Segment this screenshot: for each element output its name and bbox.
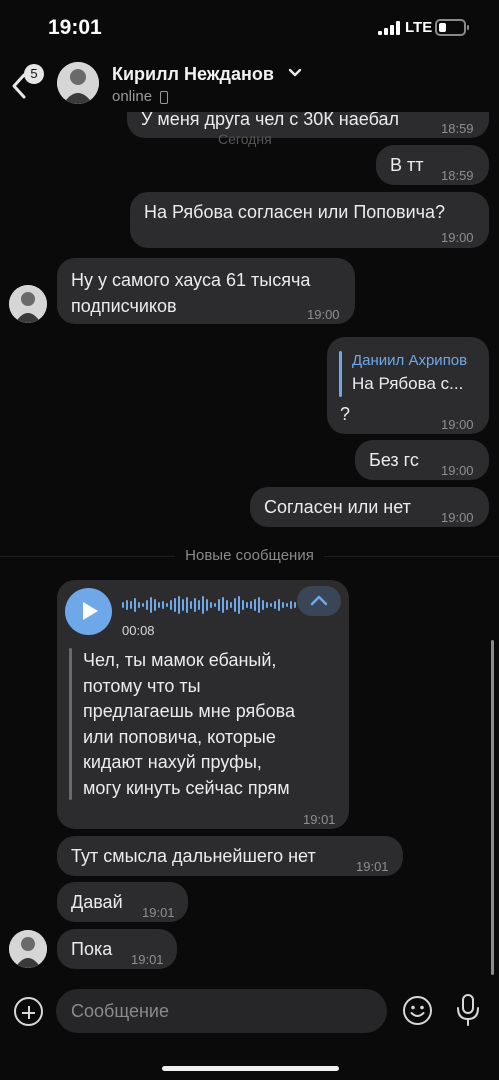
battery-icon (435, 19, 469, 36)
transcript-toggle-button[interactable] (297, 586, 341, 616)
phone-icon (160, 91, 168, 104)
message-bubble-outgoing[interactable]: В тт 18:59 (376, 145, 489, 185)
transcript-bar (69, 648, 72, 800)
message-text: Согласен или нет (264, 497, 411, 517)
signal-icon (378, 21, 402, 35)
message-time: 19:01 (303, 812, 336, 827)
message-text: Пока (71, 939, 113, 959)
network-type: LTE (405, 19, 433, 36)
unread-badge: 5 (24, 64, 44, 84)
transcript-line: или поповича, которые (83, 726, 276, 747)
transcript-line: могу кинуть сейчас прям (83, 777, 290, 798)
scrollbar[interactable] (491, 640, 494, 975)
message-text: подписчиков (71, 296, 177, 316)
message-time: 19:00 (441, 230, 474, 245)
transcript-line: предлагаешь мне рябова (83, 701, 295, 721)
message-text: Без гс (369, 450, 419, 470)
transcript-line: кидают нахуй пруфы, (83, 752, 262, 772)
contact-avatar[interactable] (57, 62, 99, 104)
status-bar: 19:01 LTE (0, 0, 499, 56)
play-button[interactable] (65, 588, 112, 635)
contact-status: online (112, 88, 153, 105)
message-time: 19:01 (356, 859, 389, 874)
message-bubble-outgoing[interactable]: Согласен или нет 19:00 (250, 487, 489, 527)
message-text: ? (340, 404, 351, 424)
contact-avatar[interactable] (9, 285, 47, 323)
chat-header: 5 Кирилл Нежданов online (0, 56, 499, 112)
smile-icon[interactable] (402, 995, 433, 1026)
chevron-up-icon (310, 595, 328, 606)
message-text: Тут смысла дальнейшего нет (71, 846, 316, 866)
message-time: 19:01 (142, 905, 175, 920)
transcript-line: потому что ты (83, 675, 201, 696)
reply-quote-text[interactable]: На Рябова с... (352, 371, 463, 397)
transcript-line: Чел, ты мамок ебаный, (83, 650, 277, 670)
message-bubble-incoming[interactable]: Тут смысла дальнейшего нет 19:01 (57, 836, 403, 876)
message-time: 19:00 (441, 463, 474, 478)
message-list[interactable]: У меня друга чел с 30К наебал 18:59 В тт… (0, 0, 499, 985)
battery-level (439, 23, 446, 32)
date-label: Сегодня (218, 131, 272, 147)
message-bubble-incoming[interactable]: Ну у самого хауса 61 тысяча подписчиков … (57, 258, 355, 324)
voice-message-bubble[interactable]: 00:08 Чел, ты мамок ебаный, потому что т… (57, 580, 349, 829)
message-text: В тт (390, 155, 424, 175)
message-text: Давай (71, 892, 123, 912)
message-bubble-outgoing[interactable]: На Рябова согласен или Поповича? 19:00 (130, 192, 489, 248)
message-bubble-outgoing[interactable]: Без гс 19:00 (355, 440, 489, 480)
message-time: 19:00 (441, 510, 474, 525)
voice-duration: 00:08 (122, 623, 155, 638)
message-input[interactable] (56, 989, 387, 1033)
message-text: На Рябова согласен или Поповича? (144, 202, 446, 222)
composer-bar (0, 985, 499, 1080)
back-button[interactable]: 5 (8, 64, 48, 104)
message-bubble-incoming[interactable]: Пока 19:01 (57, 929, 177, 969)
message-bubble-incoming[interactable]: Давай 19:01 (57, 882, 188, 922)
plus-icon[interactable] (14, 997, 43, 1026)
reply-quote-bar (339, 351, 342, 397)
home-indicator[interactable] (162, 1066, 339, 1071)
microphone-icon[interactable] (455, 993, 481, 1027)
message-text: Ну у самого хауса 61 тысяча (71, 270, 311, 290)
status-time: 19:01 (48, 16, 102, 39)
new-messages-label: Новые сообщения (175, 547, 324, 564)
contact-name[interactable]: Кирилл Нежданов (112, 64, 274, 85)
chevron-down-icon[interactable] (288, 68, 302, 78)
waveform-icon[interactable] (122, 595, 297, 615)
message-time: 18:59 (441, 168, 474, 183)
message-bubble-outgoing-reply[interactable]: Даниил Ахрипов На Рябова с... ? 19:00 (327, 337, 489, 434)
message-time: 19:01 (131, 952, 164, 967)
contact-avatar[interactable] (9, 930, 47, 968)
message-time: 19:00 (441, 417, 474, 432)
message-time: 18:59 (441, 121, 474, 136)
voice-transcript: Чел, ты мамок ебаный, потому что ты пред… (83, 648, 353, 801)
play-icon (83, 602, 98, 620)
message-time: 19:00 (307, 307, 340, 322)
